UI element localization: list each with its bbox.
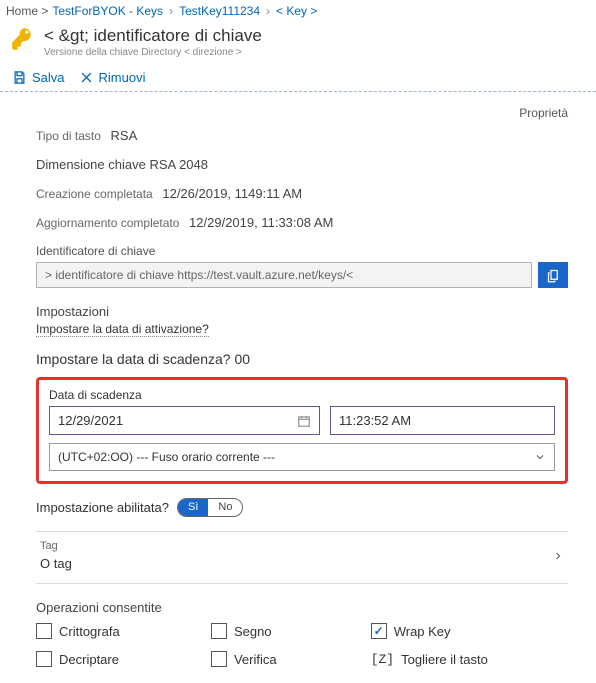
expiration-date-input[interactable]: 12/29/2021 [49,406,320,435]
enabled-label: Impostazione abilitata? [36,500,169,515]
op-wrap[interactable]: Wrap Key [371,623,568,639]
toggle-yes: Sì [178,499,208,516]
remove-button[interactable]: Rimuovi [79,70,146,85]
expiration-date-label: Data di scadenza [49,388,555,402]
save-label: Salva [32,70,65,85]
tags-value: O tag [40,556,72,571]
expiration-time-value: 11:23:52 AM [339,413,411,428]
page-header: < &gt; identificatore di chiave Versione… [0,22,596,64]
op-decrypt[interactable]: Decriptare [36,651,203,667]
op-encrypt[interactable]: Crittografa [36,623,203,639]
operations-grid: Crittografa Segno Wrap Key Decriptare Ve… [36,623,568,667]
chevron-right-icon: › [169,4,173,18]
key-identifier-label: Identificatore di chiave [36,244,568,258]
enabled-row: Impostazione abilitata? Sì No [36,498,568,517]
settings-label: Impostazioni [36,304,568,319]
key-identifier-input[interactable] [36,262,532,288]
activation-question[interactable]: Impostare la data di attivazione? [36,322,209,337]
expiration-question: Impostare la data di scadenza? 00 [36,351,568,367]
close-icon [79,70,94,85]
checkbox-z-icon: [Z] [371,652,394,667]
expiration-callout: Data di scadenza 12/29/2021 11:23:52 AM … [36,377,568,484]
tags-label: Tag [40,540,72,552]
checkbox-checked-icon [371,623,387,639]
op-sign[interactable]: Segno [211,623,363,639]
checkbox-icon [36,623,52,639]
key-type-label: Tipo di tasto [36,129,101,143]
updated-label: Aggiornamento completato [36,216,179,230]
timezone-value: (UTC+02:OO) --- Fuso orario corrente --- [58,450,275,464]
timezone-select[interactable]: (UTC+02:OO) --- Fuso orario corrente --- [49,443,555,471]
tags-row[interactable]: Tag O tag [36,531,568,584]
checkbox-icon [211,623,227,639]
breadcrumb-keys[interactable]: TestForBYOK - Keys [52,4,163,18]
created-label: Creazione completata [36,187,153,201]
calendar-icon [297,414,311,428]
enabled-toggle[interactable]: Sì No [177,498,243,517]
breadcrumb: Home > TestForBYOK - Keys › TestKey11123… [0,0,596,22]
save-icon [12,70,27,85]
op-unwrap[interactable]: [Z]Togliere il tasto [371,651,568,667]
created-value: 12/26/2019, 1149:11 AM [162,186,302,201]
breadcrumb-key-name[interactable]: TestKey111234 [179,4,260,18]
key-type-value: RSA [111,128,138,143]
copy-button[interactable] [538,262,568,288]
properties-heading: Proprietà [36,106,568,120]
key-identifier-row [36,262,568,288]
page-title: < &gt; identificatore di chiave [44,26,262,46]
copy-icon [546,268,561,283]
remove-label: Rimuovi [99,70,146,85]
content: Proprietà Tipo di tasto RSA Dimensione c… [0,92,596,683]
checkbox-icon [36,651,52,667]
save-button[interactable]: Salva [12,70,65,85]
toggle-no: No [208,499,242,516]
operations-label: Operazioni consentite [36,600,568,615]
updated-row: Aggiornamento completato 12/29/2019, 11:… [36,215,568,230]
key-type-row: Tipo di tasto RSA [36,128,568,143]
page-subtitle: Versione della chiave Directory < direzi… [44,47,262,58]
checkbox-icon [211,651,227,667]
breadcrumb-version[interactable]: < Key > [276,4,317,18]
chevron-right-icon [552,550,564,562]
chevron-down-icon [534,451,546,463]
expiration-date-value: 12/29/2021 [58,413,123,428]
toolbar: Salva Rimuovi [0,64,596,92]
breadcrumb-home: Home > [6,4,48,18]
created-row: Creazione completata 12/26/2019, 1149:11… [36,186,568,201]
key-icon [10,26,36,52]
key-size-row: Dimensione chiave RSA 2048 [36,157,568,172]
op-verify[interactable]: Verifica [211,651,363,667]
expiration-time-input[interactable]: 11:23:52 AM [330,406,555,435]
updated-value: 12/29/2019, 11:33:08 AM [189,215,333,230]
chevron-right-icon: › [266,4,270,18]
